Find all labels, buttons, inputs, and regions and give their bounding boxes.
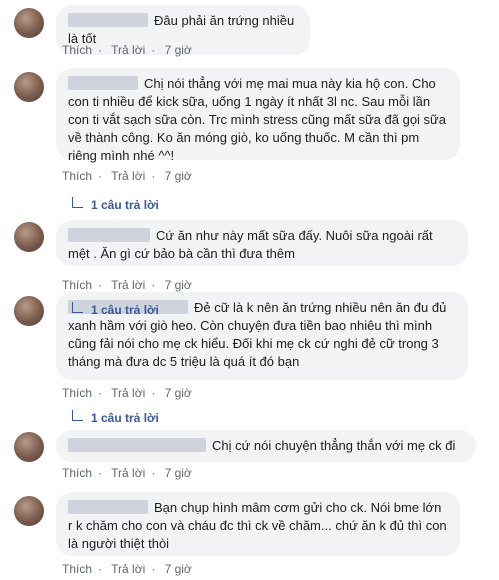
timestamp[interactable]: 7 giờ — [165, 278, 192, 292]
avatar[interactable] — [14, 432, 44, 462]
separator-dot: · — [98, 466, 103, 480]
avatar[interactable] — [14, 222, 44, 252]
comment-actions: Thích · Trả lời · 7 giờ — [62, 466, 198, 480]
separator-dot: · — [151, 278, 156, 292]
like-link[interactable]: Thích — [62, 43, 92, 57]
view-replies-link[interactable]: 1 câu trả lời — [72, 197, 159, 212]
replies-count: 1 câu trả lời — [91, 303, 159, 317]
reply-link[interactable]: Trả lời — [111, 562, 145, 576]
reply-link[interactable]: Trả lời — [111, 43, 145, 57]
timestamp[interactable]: 7 giờ — [165, 562, 192, 576]
like-link[interactable]: Thích — [62, 169, 92, 183]
comment-actions: Thích · Trả lời · 7 giờ — [62, 43, 198, 57]
reply-link[interactable]: Trả lời — [111, 169, 145, 183]
separator-dot: · — [98, 169, 103, 183]
reply-link[interactable]: Trả lời — [111, 386, 145, 400]
replies-count: 1 câu trả lời — [91, 198, 159, 212]
separator-dot: · — [151, 386, 156, 400]
separator-dot: · — [151, 43, 156, 57]
separator-dot: · — [151, 562, 156, 576]
commenter-name-redacted[interactable] — [68, 500, 148, 514]
reply-link[interactable]: Trả lời — [111, 466, 145, 480]
reply-link[interactable]: Trả lời — [111, 278, 145, 292]
view-replies-link[interactable]: 1 câu trả lời — [72, 410, 159, 425]
comment-bubble: Cứ ăn như này mất sữa đấy. Nuôi sữa ngoà… — [56, 220, 468, 266]
separator-dot: · — [98, 278, 103, 292]
like-link[interactable]: Thích — [62, 562, 92, 576]
like-link[interactable]: Thích — [62, 386, 92, 400]
reply-arrow-icon — [72, 302, 83, 313]
reply-arrow-icon — [72, 197, 83, 208]
comment-actions: Thích · Trả lời · 7 giờ — [62, 278, 198, 292]
reply-arrow-icon — [72, 410, 83, 421]
commenter-name-redacted[interactable] — [68, 438, 206, 452]
comment-bubble: Chị cứ nói chuyện thẳng thắn với mẹ ck đ… — [56, 430, 476, 462]
timestamp[interactable]: 7 giờ — [165, 169, 192, 183]
separator-dot: · — [98, 386, 103, 400]
avatar[interactable] — [14, 8, 44, 38]
replies-count: 1 câu trả lời — [91, 411, 159, 425]
like-link[interactable]: Thích — [62, 278, 92, 292]
timestamp[interactable]: 7 giờ — [165, 466, 192, 480]
separator-dot: · — [98, 562, 103, 576]
commenter-name-redacted[interactable] — [68, 228, 150, 242]
avatar[interactable] — [14, 72, 44, 102]
commenter-name-redacted[interactable] — [68, 76, 138, 90]
separator-dot: · — [151, 169, 156, 183]
comment-text: Chị cứ nói chuyện thẳng thắn với mẹ ck đ… — [212, 438, 456, 453]
commenter-name-redacted[interactable] — [68, 13, 148, 27]
timestamp[interactable]: 7 giờ — [165, 43, 192, 57]
separator-dot: · — [151, 466, 156, 480]
comment-bubble: Bạn chụp hình mâm cơm gửi cho ck. Nói bm… — [56, 492, 460, 556]
timestamp[interactable]: 7 giờ — [165, 386, 192, 400]
comment-actions: Thích · Trả lời · 7 giờ — [62, 169, 198, 183]
comment-bubble: Chị nói thẳng với mẹ mai mua này kia hộ … — [56, 68, 460, 163]
comment-actions: Thích · Trả lời · 7 giờ — [62, 386, 198, 400]
avatar[interactable] — [14, 296, 44, 326]
avatar[interactable] — [14, 496, 44, 526]
comment-actions: Thích · Trả lời · 7 giờ — [62, 562, 198, 576]
like-link[interactable]: Thích — [62, 466, 92, 480]
separator-dot: · — [98, 43, 103, 57]
view-replies-link[interactable]: 1 câu trả lời — [72, 302, 159, 317]
